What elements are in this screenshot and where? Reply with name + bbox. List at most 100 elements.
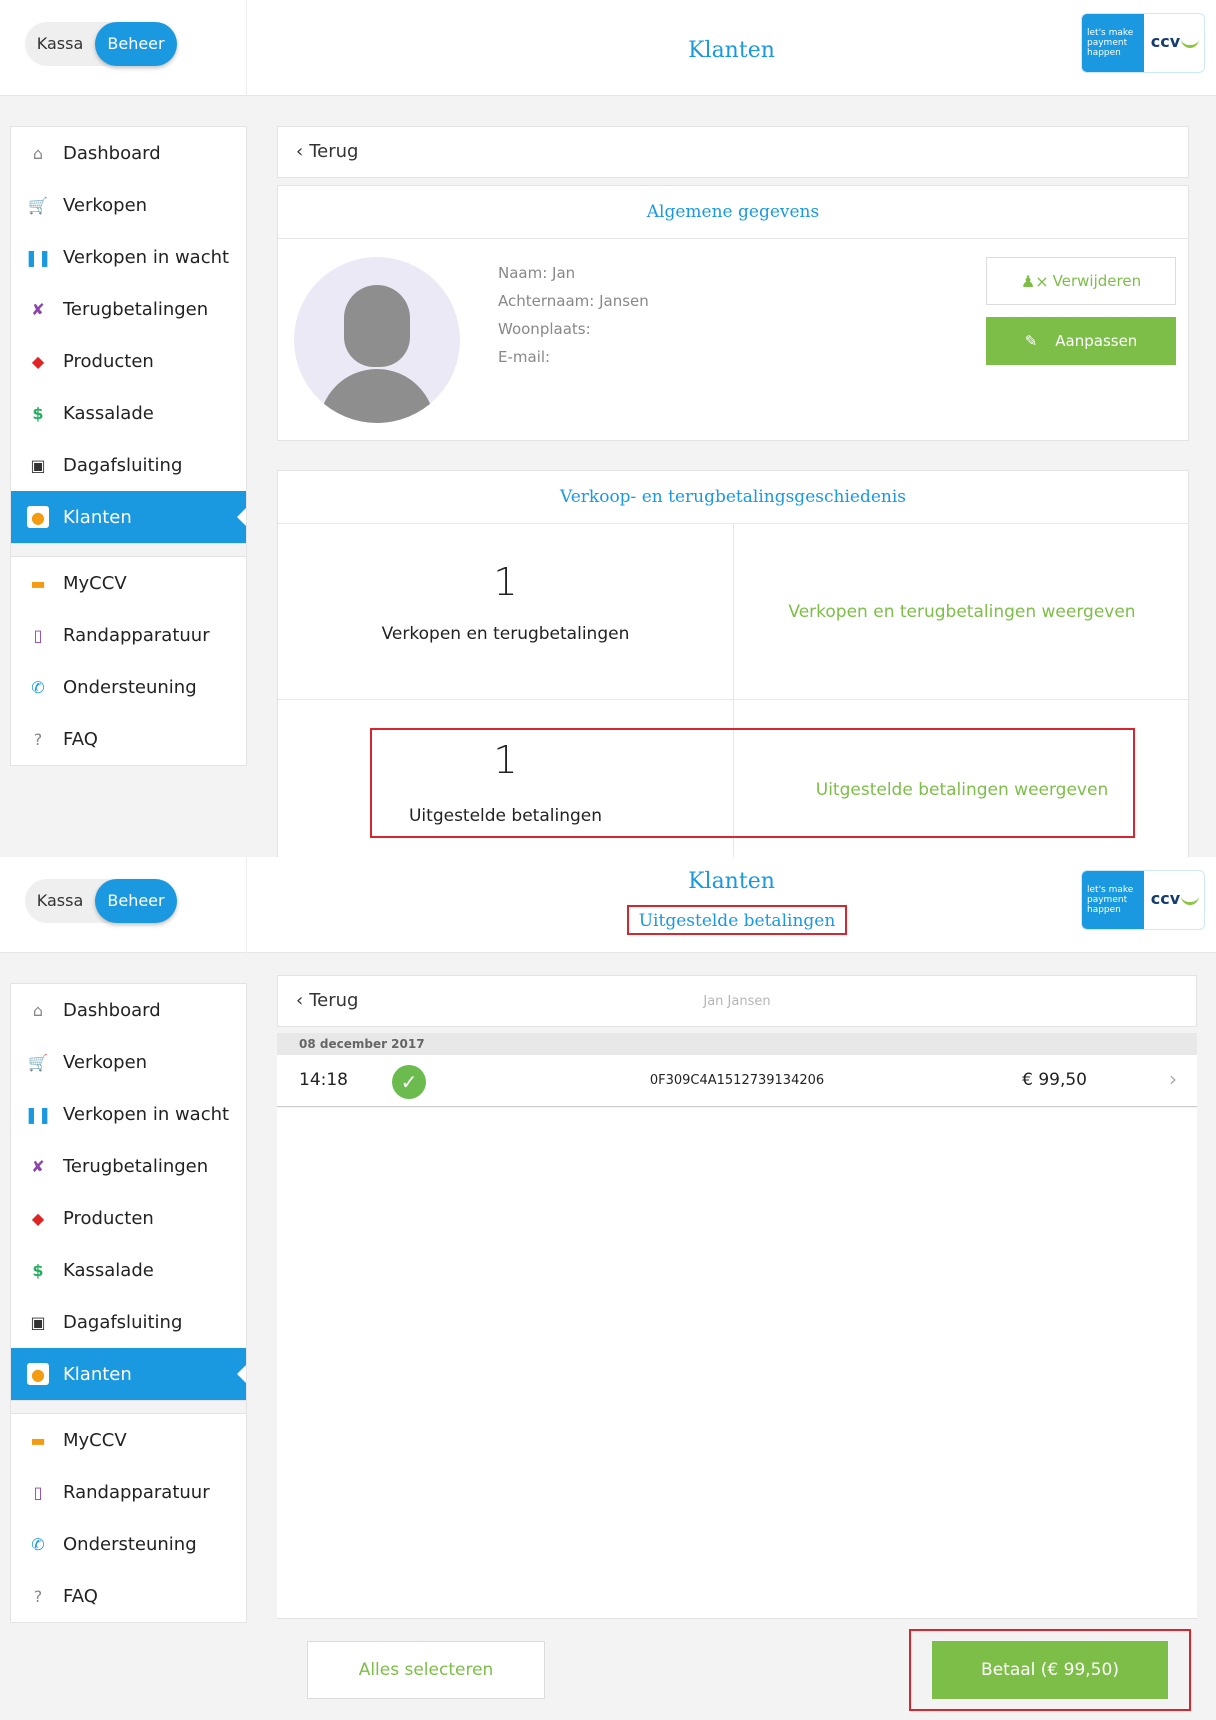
users-icon: ● <box>27 506 49 528</box>
app-header: Kassa Beheer Klanten let's make payment … <box>0 0 1216 96</box>
back-bar: ‹ Terug <box>277 126 1189 178</box>
sidebar-separator <box>11 543 246 557</box>
user-remove-icon: ♟× <box>1020 271 1049 291</box>
sidebar-item-verkopen-in-wacht[interactable]: ❚❚ Verkopen in wacht <box>11 231 246 283</box>
sidebar-item-verkopen[interactable]: 🛒 Verkopen <box>11 1036 246 1088</box>
tablet-icon: ▯ <box>33 625 43 645</box>
avatar <box>294 257 460 423</box>
question-icon: ? <box>33 1586 43 1606</box>
pencil-icon: ✎ <box>1024 332 1038 350</box>
sidebar-item-dashboard[interactable]: ⌂ Dashboard <box>11 127 246 179</box>
table-row[interactable]: 14:18 ✓ 0F309C4A1512739134206 € 99,50 › <box>277 1055 1197 1107</box>
sidebar-item-myccv[interactable]: ▬ MyCCV <box>11 1414 246 1466</box>
page-subtitle: Uitgestelde betalingen <box>627 905 847 935</box>
users-icon: ● <box>27 1363 49 1385</box>
history-title: Verkoop- en terugbetalingsgeschiedenis <box>278 471 1188 524</box>
info-naam: Naam: Jan <box>498 264 576 282</box>
customer-info: Naam: Jan Achternaam: Jansen Woonplaats:… <box>498 259 649 371</box>
home-icon: ⌂ <box>32 1000 44 1020</box>
sidebar-item-ondersteuning[interactable]: ✆ Ondersteuning <box>11 1518 246 1570</box>
sidebar-item-dagafsluiting[interactable]: ▣ Dagafsluiting <box>11 439 246 491</box>
question-icon: ? <box>33 729 43 749</box>
highlight-box <box>370 728 1135 838</box>
logo-tagline: let's make payment happen <box>1082 14 1144 72</box>
select-all-button[interactable]: Alles selecteren <box>307 1641 545 1699</box>
sidebar-item-myccv[interactable]: ▬ MyCCV <box>11 557 246 609</box>
sidebar-item-ondersteuning[interactable]: ✆ Ondersteuning <box>11 661 246 713</box>
general-info-title: Algemene gegevens <box>278 186 1188 239</box>
sidebar-item-dashboard[interactable]: ⌂ Dashboard <box>11 984 246 1036</box>
general-info-panel: Algemene gegevens Naam: Jan Achternaam: … <box>277 185 1189 441</box>
cart-icon: 🛒 <box>28 1052 48 1072</box>
sidebar-item-kassalade[interactable]: $ Kassalade <box>11 387 246 439</box>
sidebar-item-verkopen-in-wacht[interactable]: ❚❚ Verkopen in wacht <box>11 1088 246 1140</box>
sidebar-separator <box>11 1400 246 1414</box>
sidebar-item-terugbetalingen[interactable]: ✘ Terugbetalingen <box>11 1140 246 1192</box>
sidebar-item-producten[interactable]: ◆ Producten <box>11 335 246 387</box>
calendar-icon: ▣ <box>30 1312 46 1332</box>
cart-return-icon: ✘ <box>31 299 45 319</box>
sidebar-item-klanten[interactable]: ● Klanten <box>11 1348 246 1400</box>
dollar-icon: $ <box>32 403 44 423</box>
dollar-icon: $ <box>32 1260 44 1280</box>
tablet-icon: ▯ <box>33 1482 43 1502</box>
sidebar-item-dagafsluiting[interactable]: ▣ Dagafsluiting <box>11 1296 246 1348</box>
customer-detail-screen: Kassa Beheer Klanten let's make payment … <box>0 0 1216 857</box>
cart-icon: 🛒 <box>28 195 48 215</box>
phone-icon: ✆ <box>31 677 45 697</box>
back-bar: ‹ Terug Jan Jansen <box>277 975 1197 1027</box>
sidebar-item-producten[interactable]: ◆ Producten <box>11 1192 246 1244</box>
calendar-icon: ▣ <box>30 455 46 475</box>
logo-brand: ccv <box>1144 871 1204 929</box>
mode-kassa-option[interactable]: Kassa <box>25 879 95 923</box>
delete-customer-button[interactable]: ♟× Verwijderen <box>986 257 1176 305</box>
avatar-body <box>319 369 435 423</box>
sidebar-item-klanten[interactable]: ● Klanten <box>11 491 246 543</box>
info-achternaam: Achternaam: Jansen <box>498 292 649 310</box>
phone-icon: ✆ <box>31 1534 45 1554</box>
layers-icon: ◆ <box>31 351 45 371</box>
sales-count: 1 <box>493 560 518 604</box>
edit-customer-button[interactable]: ✎ Aanpassen <box>986 317 1176 365</box>
logo-tagline: let's make payment happen <box>1082 871 1144 929</box>
list-empty-area <box>277 1108 1197 1618</box>
info-woonplaats: Woonplaats: <box>498 320 591 338</box>
logo-mark-icon <box>1181 895 1200 905</box>
mode-beheer-option[interactable]: Beheer <box>95 879 177 923</box>
mode-beheer-option[interactable]: Beheer <box>95 22 177 66</box>
sidebar-item-terugbetalingen[interactable]: ✘ Terugbetalingen <box>11 283 246 335</box>
mode-toggle[interactable]: Kassa Beheer <box>25 22 177 66</box>
ccv-logo: let's make payment happen ccv <box>1081 870 1205 930</box>
page-title: Klanten <box>688 38 775 63</box>
ccv-logo: let's make payment happen ccv <box>1081 13 1205 73</box>
sidebar-item-randapparatuur[interactable]: ▯ Randapparatuur <box>11 1466 246 1518</box>
mode-kassa-option[interactable]: Kassa <box>25 22 95 66</box>
pause-icon: ❚❚ <box>24 247 52 267</box>
sidebar-item-randapparatuur[interactable]: ▯ Randapparatuur <box>11 609 246 661</box>
sidebar: ⌂ Dashboard 🛒 Verkopen ❚❚ Verkopen in wacht… <box>10 126 247 766</box>
sales-link[interactable]: Verkopen en terugbetalingen weergeven <box>734 602 1190 622</box>
general-info-body: Naam: Jan Achternaam: Jansen Woonplaats:… <box>278 239 1188 441</box>
sidebar: ⌂ Dashboard 🛒 Verkopen ❚❚ Verkopen in wacht… <box>10 983 247 1623</box>
home-icon: ⌂ <box>32 143 44 163</box>
highlight-box <box>909 1629 1191 1711</box>
header-left-area: Kassa Beheer <box>0 0 247 96</box>
row-amount: € 99,50 <box>1022 1070 1087 1090</box>
cart-return-icon: ✘ <box>31 1156 45 1176</box>
logo-mark-icon <box>1181 38 1200 48</box>
chevron-right-icon: › <box>1169 1067 1177 1091</box>
app-header: Kassa Beheer Klanten Uitgestelde betalin… <box>0 857 1216 953</box>
sidebar-item-verkopen[interactable]: 🛒 Verkopen <box>11 179 246 231</box>
chevron-left-icon: ‹ <box>296 141 304 162</box>
sidebar-item-kassalade[interactable]: $ Kassalade <box>11 1244 246 1296</box>
back-button[interactable]: ‹ Terug <box>296 141 358 162</box>
logo-brand: ccv <box>1144 14 1204 72</box>
pause-icon: ❚❚ <box>24 1104 52 1124</box>
sales-count-cell: 1 Verkopen en terugbetalingen <box>278 524 734 700</box>
sales-label: Verkopen en terugbetalingen <box>381 624 630 644</box>
sidebar-item-faq[interactable]: ? FAQ <box>11 713 246 765</box>
sales-link-cell[interactable]: Verkopen en terugbetalingen weergeven <box>734 524 1190 700</box>
sidebar-item-faq[interactable]: ? FAQ <box>11 1570 246 1622</box>
mode-toggle[interactable]: Kassa Beheer <box>25 879 177 923</box>
action-footer: Alles selecteren Betaal (€ 99,50) <box>277 1618 1197 1720</box>
